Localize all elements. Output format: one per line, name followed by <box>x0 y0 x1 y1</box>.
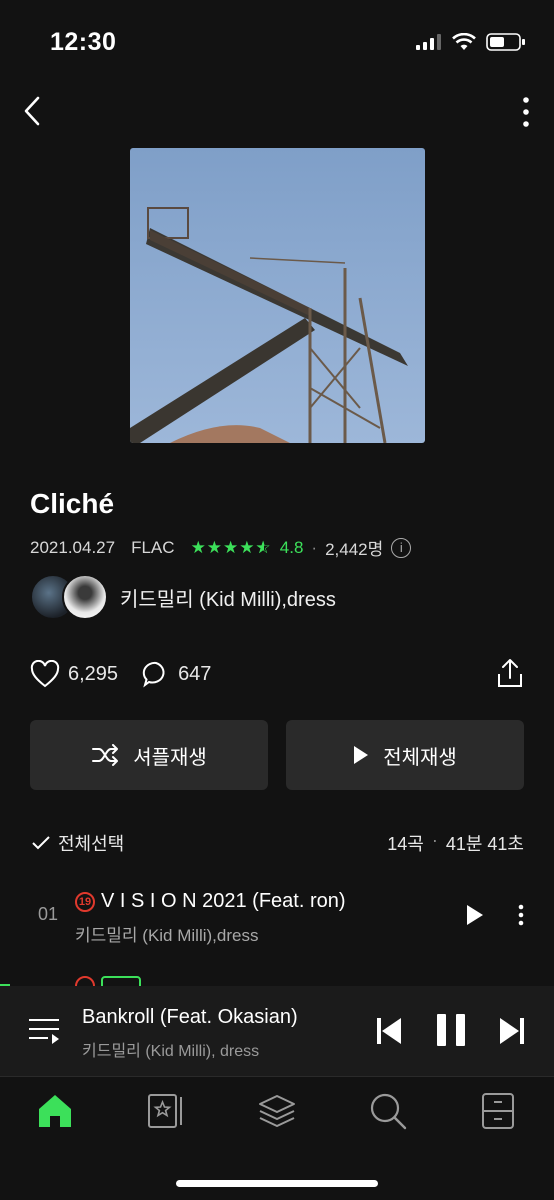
playlist-icon[interactable] <box>28 1018 60 1046</box>
layers-icon[interactable] <box>257 1091 297 1131</box>
separator-dot: · <box>431 830 438 850</box>
shuffle-button[interactable]: 셔플재생 <box>30 720 268 790</box>
artist-name[interactable]: 키드밀리 (Kid Milli),dress <box>120 583 336 612</box>
album-title: Cliché <box>30 488 115 519</box>
rating-count: 2,442명 <box>325 540 384 559</box>
play-icon <box>354 746 369 764</box>
track-number: 01 <box>38 904 59 924</box>
track-row[interactable]: 01 19 V I S I O N 2021 (Feat. ron) 키드밀리 … <box>0 880 554 950</box>
track-row-partial <box>75 976 395 986</box>
storage-icon[interactable] <box>478 1091 518 1131</box>
track-title-row: 19 V I S I O N 2021 (Feat. ron) <box>75 890 346 913</box>
status-icons <box>416 32 526 52</box>
track-play-icon[interactable] <box>466 904 484 926</box>
share-icon[interactable] <box>496 658 524 688</box>
separator-dot: · <box>311 537 318 557</box>
search-icon[interactable] <box>368 1091 408 1131</box>
audio-format: FLAC <box>131 537 175 557</box>
more-options-icon[interactable] <box>522 96 530 128</box>
pause-icon[interactable] <box>437 1014 465 1046</box>
social-row: 6,295 647 <box>30 660 211 688</box>
track-more-icon[interactable] <box>518 904 524 926</box>
library-icon[interactable] <box>146 1091 186 1131</box>
track-count: 14곡 <box>387 834 424 854</box>
status-time: 12:30 <box>50 28 117 56</box>
artist-row[interactable]: 키드밀리 (Kid Milli),dress <box>30 574 336 620</box>
shuffle-icon <box>92 744 119 766</box>
mini-player[interactable]: Bankroll (Feat. Okasian) 키드밀리 (Kid Milli… <box>0 986 554 1077</box>
info-icon[interactable]: i <box>391 537 412 558</box>
select-all-toggle[interactable]: 전체선택 <box>32 830 124 856</box>
artist-avatar <box>62 574 108 620</box>
back-icon[interactable] <box>20 94 48 128</box>
track-artist: 키드밀리 (Kid Milli),dress <box>75 926 259 945</box>
album-meta: 2021.04.27 FLAC ★★★★☆★ 4.8 · 2,442명 i <box>30 535 412 560</box>
like-count: 6,295 <box>68 662 119 685</box>
previous-icon[interactable] <box>377 1018 401 1044</box>
now-playing-artist: 키드밀리 (Kid Milli), dress <box>82 1043 260 1060</box>
check-icon <box>32 836 50 850</box>
play-all-label: 전체재생 <box>383 746 457 769</box>
comment-icon[interactable] <box>142 660 170 688</box>
select-all-label: 전체선택 <box>58 834 125 854</box>
total-duration: 41분 41초 <box>445 834 524 854</box>
battery-icon <box>486 33 525 51</box>
wifi-icon <box>452 33 476 50</box>
rating-stars-icon: ★★★★☆★ <box>190 537 272 557</box>
heart-icon[interactable] <box>30 660 60 688</box>
album-cover <box>130 148 425 443</box>
comment-count: 647 <box>178 662 212 685</box>
home-icon[interactable] <box>35 1091 75 1131</box>
next-icon[interactable] <box>500 1018 524 1044</box>
track-summary: 14곡 · 41분 41초 <box>387 830 524 856</box>
rating-value: 4.8 <box>279 537 304 557</box>
track-title: V I S I O N 2021 (Feat. ron) <box>101 890 346 912</box>
home-indicator[interactable] <box>176 1180 378 1187</box>
shuffle-label: 셔플재생 <box>133 746 207 769</box>
now-playing-title: Bankroll (Feat. Okasian) <box>82 1006 298 1028</box>
release-date: 2021.04.27 <box>30 537 116 557</box>
play-all-button[interactable]: 전체재생 <box>286 720 524 790</box>
age-restriction-badge: 19 <box>75 891 95 912</box>
signal-icon <box>416 34 441 50</box>
